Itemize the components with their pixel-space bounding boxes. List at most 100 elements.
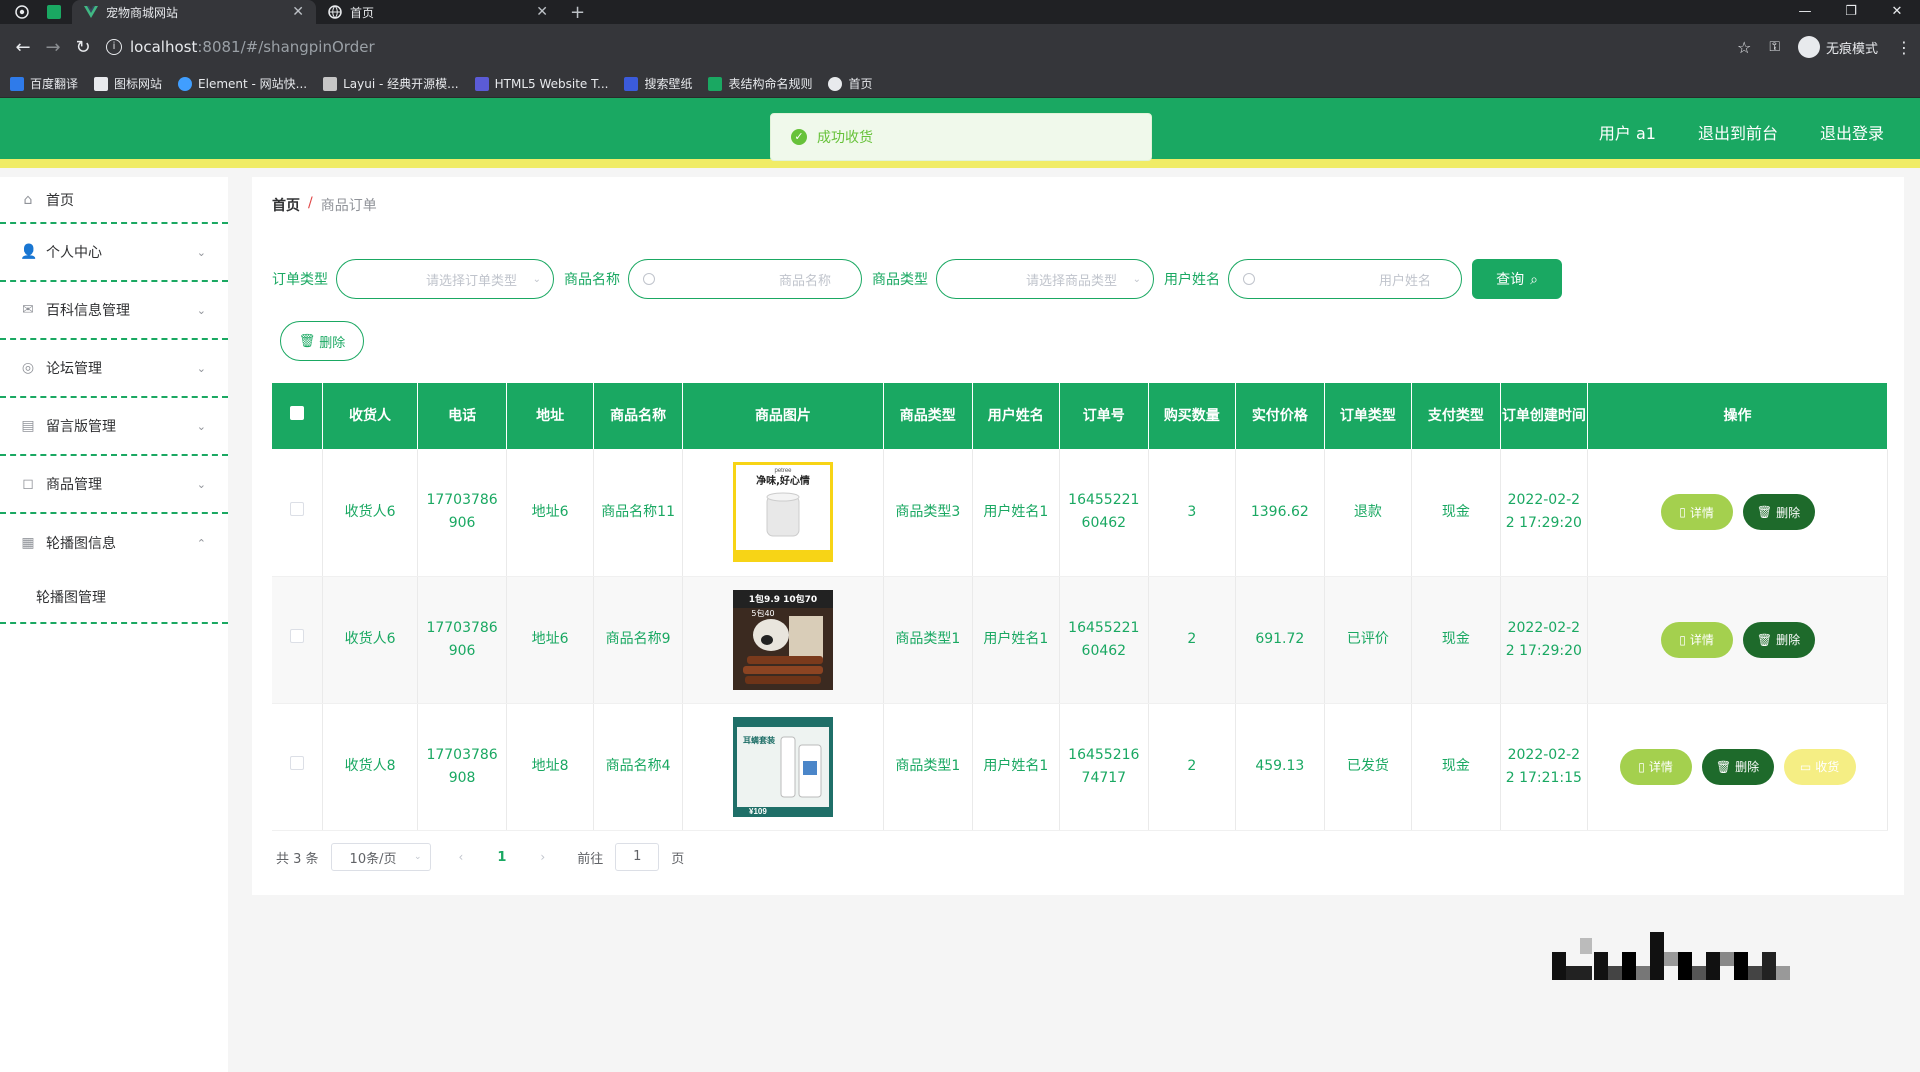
user-name-input[interactable]: 用户姓名 xyxy=(1228,259,1462,299)
query-button[interactable]: 查询 ⌕ xyxy=(1472,259,1562,299)
current-page-number[interactable]: 1 xyxy=(497,850,506,865)
table-header[interactable]: 实付价格 xyxy=(1235,383,1325,449)
back-icon[interactable]: ← xyxy=(8,37,38,58)
url-input[interactable]: i localhost:8081/#/shangpinOrder xyxy=(98,32,1737,62)
row-checkbox[interactable] xyxy=(289,501,304,516)
table-header[interactable]: 购买数量 xyxy=(1148,383,1237,449)
breadcrumb-home[interactable]: 首页 xyxy=(272,195,300,215)
home-icon: ⌂ xyxy=(23,191,33,208)
chevron-up-icon: ⌃ xyxy=(196,536,206,550)
next-page-icon[interactable]: › xyxy=(540,850,545,864)
delete-label: 删除 xyxy=(1776,505,1801,520)
product-image[interactable]: 1包9.9 10包70 5包40 xyxy=(732,589,833,690)
new-tab-icon[interactable]: + xyxy=(570,2,585,23)
restore-icon[interactable]: ❐ xyxy=(1828,0,1874,24)
chevron-down-icon: ⌄ xyxy=(1132,273,1141,285)
bookmark[interactable]: 搜索壁纸 xyxy=(624,75,692,92)
app-tab-icon[interactable] xyxy=(44,2,64,22)
bookmark[interactable]: 表结构命名规则 xyxy=(708,75,812,92)
receiver-cell: 收货人6 xyxy=(322,576,419,704)
browser-tab-active[interactable]: 宠物商城网站 ✕ xyxy=(72,0,316,24)
chevron-down-icon: ⌄ xyxy=(196,303,206,317)
table-header[interactable]: 订单号 xyxy=(1059,383,1149,449)
close-window-icon[interactable]: ✕ xyxy=(1874,0,1920,24)
delete-button-label: 删除 xyxy=(319,334,346,350)
product-image[interactable]: petree 净味,好心情 xyxy=(732,462,833,563)
tab-title: 首页 xyxy=(350,5,375,20)
table-header[interactable]: 商品图片 xyxy=(682,383,885,449)
detail-button[interactable]: ▯ 详情 xyxy=(1660,621,1733,658)
table-header[interactable]: 地址 xyxy=(506,383,595,449)
table-header[interactable]: 支付类型 xyxy=(1411,383,1501,449)
user-name-label: 用户姓名 xyxy=(1164,272,1220,288)
detail-button[interactable]: ▯ 详情 xyxy=(1660,494,1733,531)
bookmark[interactable]: Layui - 经典开源模... xyxy=(323,75,459,92)
delete-button[interactable]: 🗑 删除 xyxy=(1742,494,1815,531)
prev-page-icon[interactable]: ‹ xyxy=(459,850,464,864)
sidebar-item-goods[interactable]: ◻ 商品管理 ⌄ xyxy=(0,456,228,514)
sidebar-item-carousel[interactable]: ▦ 轮播图信息 ⌃ xyxy=(0,514,228,572)
delete-button[interactable]: 🗑 删除 xyxy=(1701,748,1774,785)
receiver-cell: 收货人8 xyxy=(322,703,419,831)
product-type-select[interactable]: 请选择商品类型 ⌄ xyxy=(936,259,1154,299)
bookmark[interactable]: HTML5 Website T... xyxy=(474,76,608,91)
batch-delete-button[interactable]: 🗑 删除 xyxy=(280,321,364,361)
url-path: :8081/#/shangpinOrder xyxy=(197,38,375,56)
table-header[interactable]: 商品名称 xyxy=(593,383,683,449)
table-header[interactable]: 订单类型 xyxy=(1324,383,1413,449)
sidebar-item-messages[interactable]: ▤ 留言版管理 ⌄ xyxy=(0,398,228,456)
table-header[interactable]: 用户姓名 xyxy=(972,383,1061,449)
product-image[interactable]: 耳螨套装 ¥109 xyxy=(732,716,833,817)
minimize-icon[interactable]: — xyxy=(1782,0,1828,24)
sidebar-item-label: 轮播图信息 xyxy=(46,536,116,552)
chrome-icon[interactable] xyxy=(12,2,32,22)
mail-icon: ✉ xyxy=(22,302,34,318)
menu-icon[interactable]: ⋮ xyxy=(1896,38,1912,57)
forward-icon[interactable]: → xyxy=(38,37,68,58)
search-icon xyxy=(643,273,655,285)
detail-label: 详情 xyxy=(1689,505,1714,520)
breadcrumb-current: 商品订单 xyxy=(320,198,377,214)
pagination: 共 3 条 10条/页 ⌄ ‹ 1 › 前往 1 页 xyxy=(276,843,684,871)
info-icon[interactable]: i xyxy=(106,39,122,55)
table-header[interactable]: 电话 xyxy=(417,383,507,449)
select-all-checkbox[interactable] xyxy=(289,406,304,420)
sidebar-item-forum[interactable]: ◎ 论坛管理 ⌄ xyxy=(0,340,228,398)
goto-page-input[interactable]: 1 xyxy=(615,843,660,871)
product-type-cell: 商品类型1 xyxy=(883,703,973,831)
order-type-select[interactable]: 请选择订单类型 ⌄ xyxy=(336,259,554,299)
row-checkbox[interactable] xyxy=(289,756,304,770)
bookmark-label: 百度翻译 xyxy=(30,77,79,91)
incognito-label: 无痕模式 xyxy=(1825,41,1878,57)
bookmark[interactable]: Element - 网站快... xyxy=(178,75,307,92)
table-header[interactable]: 订单创建时间 xyxy=(1500,383,1589,449)
star-icon[interactable]: ☆ xyxy=(1737,38,1751,57)
detail-button[interactable]: ▯ 详情 xyxy=(1619,748,1692,785)
browser-tab[interactable]: 首页 ✕ xyxy=(316,0,560,24)
bookmark[interactable]: 首页 xyxy=(828,75,873,92)
logout-link[interactable]: 退出登录 xyxy=(1820,120,1884,144)
incognito-indicator[interactable]: 无痕模式 xyxy=(1797,36,1878,58)
bookmark[interactable]: 图标网站 xyxy=(94,75,162,92)
product-image-brand: petree xyxy=(774,468,792,474)
sidebar-item-home[interactable]: ⌂ 首页 xyxy=(0,177,228,224)
table-header[interactable]: 收货人 xyxy=(322,383,419,449)
close-tab-icon[interactable]: ✕ xyxy=(292,4,304,20)
table-header[interactable]: 商品类型 xyxy=(883,383,973,449)
reload-icon[interactable]: ↻ xyxy=(68,37,98,58)
bookmark[interactable]: 百度翻译 xyxy=(10,75,78,92)
translate-icon xyxy=(10,76,24,91)
product-name-input[interactable]: 商品名称 xyxy=(628,259,862,299)
sidebar-item-encyclopedia[interactable]: ✉ 百科信息管理 ⌄ xyxy=(0,282,228,340)
delete-button[interactable]: 🗑 删除 xyxy=(1742,621,1815,658)
user-icon: 👤 xyxy=(20,244,38,260)
sidebar-item-profile[interactable]: 👤 个人中心 ⌄ xyxy=(0,224,228,282)
back-to-front-link[interactable]: 退出到前台 xyxy=(1698,120,1778,144)
key-icon[interactable]: ⚿ xyxy=(1769,39,1780,55)
page-size-select[interactable]: 10条/页 ⌄ xyxy=(330,843,431,871)
sidebar-subitem-carousel-manage[interactable]: 轮播图管理 xyxy=(0,572,228,624)
trash-icon: 🗑 xyxy=(1715,759,1732,774)
close-tab-icon[interactable]: ✕ xyxy=(536,4,548,20)
row-checkbox[interactable] xyxy=(289,629,304,643)
receive-button[interactable]: ▭ 收货 xyxy=(1783,748,1856,785)
